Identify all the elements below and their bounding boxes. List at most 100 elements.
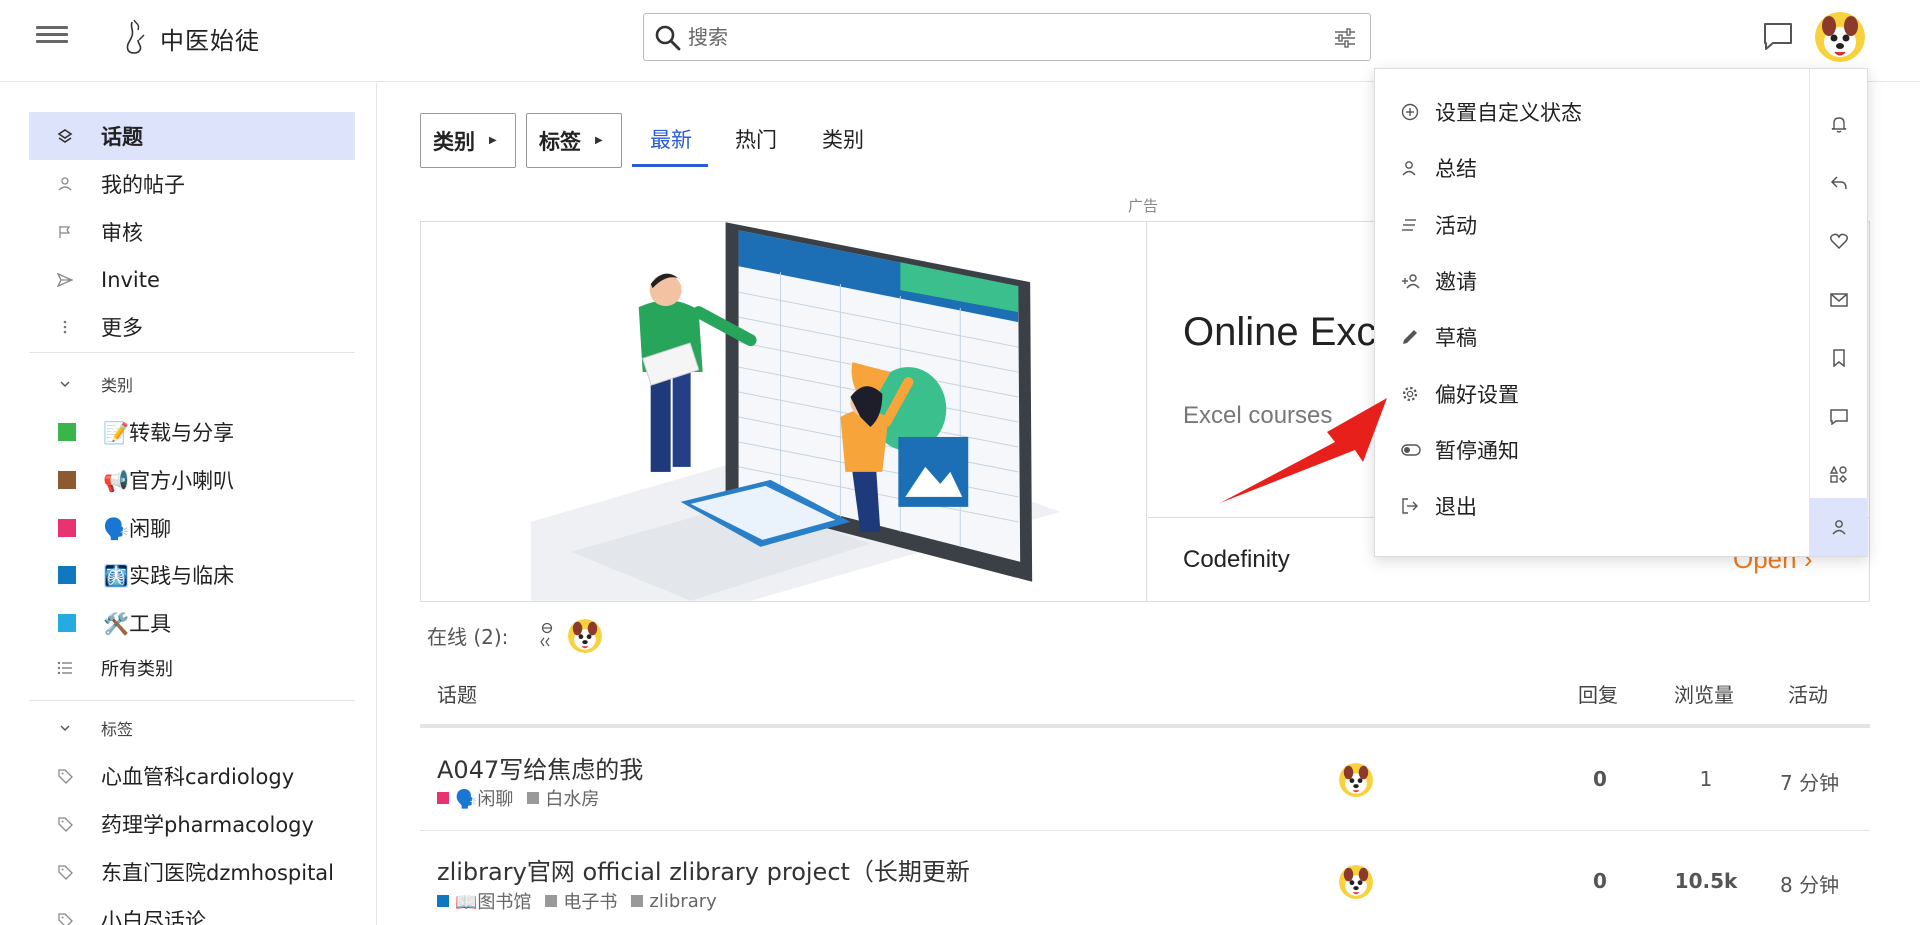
column-header-activity[interactable]: 活动 xyxy=(1788,679,1828,708)
user-menu-panel: 设置自定义状态 总结 活动 邀请 草稿 偏好设置 暂停通知 退出 xyxy=(1374,68,1868,557)
rail-bookmarks-button[interactable] xyxy=(1810,329,1868,387)
category-label: 🛠️工具 xyxy=(103,612,172,636)
ad-illustration xyxy=(530,222,1147,601)
sidebar-all-categories[interactable]: 所有类别 xyxy=(29,644,355,692)
topic-activity-time[interactable]: 7 分钟 xyxy=(1780,767,1839,796)
sidebar-item-more[interactable]: 更多 xyxy=(29,303,355,351)
sidebar-category[interactable]: 🛠️工具 xyxy=(29,599,355,647)
site-title[interactable]: 中医始徒 xyxy=(160,21,260,56)
tab-latest[interactable]: 最新 xyxy=(650,124,692,154)
sidebar-item-my-posts[interactable]: 我的帖子 xyxy=(29,160,355,208)
sidebar-category[interactable]: 🗣️闲聊 xyxy=(29,504,355,552)
column-header-views[interactable]: 浏览量 xyxy=(1674,679,1734,708)
column-header-topic[interactable]: 话题 xyxy=(437,679,477,708)
search-input[interactable] xyxy=(688,20,1288,54)
sidebar-item-invite[interactable]: Invite xyxy=(29,256,355,304)
user-icon xyxy=(29,177,101,191)
topic-views-count: 1 xyxy=(1699,767,1713,791)
category-label: 🗣️闲聊 xyxy=(103,517,172,541)
topic-replies-count[interactable]: 0 xyxy=(1580,869,1620,893)
topic-tag[interactable]: 白水房 xyxy=(527,785,599,811)
topic-meta: 📖图书馆 电子书 zlibrary xyxy=(437,888,731,914)
online-user-avatar[interactable] xyxy=(568,619,602,653)
sidebar-item-label: 我的帖子 xyxy=(101,173,185,197)
sidebar-categories-toggle[interactable]: 类别 xyxy=(29,366,355,402)
search-icon xyxy=(655,25,681,51)
menu-item-label: 活动 xyxy=(1435,214,1477,238)
site-logo-icon[interactable] xyxy=(120,18,150,56)
category-label: 📝转载与分享 xyxy=(103,421,235,445)
sidebar-tag[interactable]: 药理学pharmacology xyxy=(29,800,355,848)
menu-item-drafts[interactable]: 草稿 xyxy=(1401,317,1801,357)
sidebar-item-topics[interactable]: 话题 xyxy=(29,112,355,160)
heart-icon xyxy=(1830,233,1848,249)
rail-notifications-button[interactable] xyxy=(1810,95,1868,153)
category-color-swatch xyxy=(58,614,76,632)
ad-brand: Codefinity xyxy=(1183,546,1290,573)
sidebar-item-review[interactable]: 审核 xyxy=(29,208,355,256)
tab-hot[interactable]: 热门 xyxy=(735,124,777,154)
sidebar-tag[interactable]: 小白尽话论 xyxy=(29,896,355,925)
menu-item-set-status[interactable]: 设置自定义状态 xyxy=(1401,92,1801,132)
rail-likes-button[interactable] xyxy=(1810,212,1868,270)
menu-item-label: 邀请 xyxy=(1435,270,1477,294)
topic-category-badge[interactable]: 🗣️闲聊 xyxy=(437,785,513,811)
column-header-replies[interactable]: 回复 xyxy=(1578,679,1618,708)
envelope-icon xyxy=(1830,293,1848,307)
tag-dropdown-button[interactable]: 标签 ▶ xyxy=(526,113,622,168)
tag-label: 药理学pharmacology xyxy=(101,813,314,837)
topic-title-link[interactable]: A047写给焦虑的我 xyxy=(437,750,643,785)
poster-avatar[interactable] xyxy=(1339,763,1373,797)
rail-badges-button[interactable] xyxy=(1810,446,1868,504)
tab-categories[interactable]: 类别 xyxy=(822,124,864,154)
menu-item-preferences[interactable]: 偏好设置 xyxy=(1401,374,1801,414)
sidebar-category[interactable]: 📝转载与分享 xyxy=(29,408,355,456)
rail-profile-button[interactable] xyxy=(1810,498,1868,556)
rail-replies-button[interactable] xyxy=(1810,154,1868,212)
topic-replies-count[interactable]: 0 xyxy=(1580,767,1620,791)
menu-item-label: 总结 xyxy=(1435,157,1477,181)
sidebar-item-label: 所有类别 xyxy=(101,659,173,680)
reply-icon xyxy=(1830,176,1847,190)
menu-item-label: 偏好设置 xyxy=(1435,383,1519,407)
rail-messages-button[interactable] xyxy=(1810,271,1868,329)
topic-meta: 🗣️闲聊 白水房 xyxy=(437,785,613,811)
topic-tag[interactable]: zlibrary xyxy=(631,891,717,912)
plus-circle-icon xyxy=(1401,103,1435,121)
topic-category-badge[interactable]: 📖图书馆 xyxy=(437,888,531,914)
sign-out-icon xyxy=(1401,497,1435,515)
sidebar-category[interactable]: 🩻实践与临床 xyxy=(29,551,355,599)
menu-item-invite[interactable]: 邀请 xyxy=(1401,261,1801,301)
sidebar-tags-toggle[interactable]: 标签 xyxy=(29,710,355,746)
rail-chat-button[interactable] xyxy=(1810,388,1868,446)
topic-title-link[interactable]: zlibrary官网 official zlibrary project（长期更… xyxy=(437,852,970,887)
sidebar-category[interactable]: 📢官方小喇叭 xyxy=(29,456,355,504)
caret-right-icon: ▶ xyxy=(489,135,497,146)
sidebar-tag[interactable]: 心血管科cardiology xyxy=(29,752,355,800)
category-dropdown-button[interactable]: 类别 ▶ xyxy=(420,113,516,168)
sidebar-section-title: 标签 xyxy=(101,720,134,739)
online-user-avatar[interactable] xyxy=(538,620,556,652)
sidebar-item-label: 话题 xyxy=(101,125,143,149)
menu-item-pause-notifications[interactable]: 暂停通知 xyxy=(1401,430,1801,470)
hamburger-menu-icon[interactable] xyxy=(36,22,68,54)
sidebar-item-label: 审核 xyxy=(101,221,143,245)
online-users-label: 在线 (2): xyxy=(427,625,509,649)
sidebar-tag[interactable]: 东直门医院dzmhospital xyxy=(29,848,355,896)
tag-icon xyxy=(29,816,101,832)
chat-icon[interactable] xyxy=(1762,20,1794,52)
tag-icon xyxy=(29,912,101,925)
user-avatar[interactable] xyxy=(1815,12,1865,62)
table-header-divider xyxy=(420,724,1870,728)
topic-tag-label: 白水房 xyxy=(545,789,600,810)
menu-item-logout[interactable]: 退出 xyxy=(1401,486,1801,526)
tag-dropdown-label: 标签 xyxy=(539,129,581,154)
topic-activity-time[interactable]: 8 分钟 xyxy=(1780,869,1839,898)
menu-item-summary[interactable]: 总结 xyxy=(1401,148,1801,188)
topic-tag[interactable]: 电子书 xyxy=(545,888,617,914)
poster-avatar[interactable] xyxy=(1339,865,1373,899)
search-filter-icon[interactable] xyxy=(1334,28,1356,48)
search-box[interactable] xyxy=(643,13,1371,61)
menu-item-activity[interactable]: 活动 xyxy=(1401,205,1801,245)
ad-subtitle: Excel courses xyxy=(1183,402,1333,429)
